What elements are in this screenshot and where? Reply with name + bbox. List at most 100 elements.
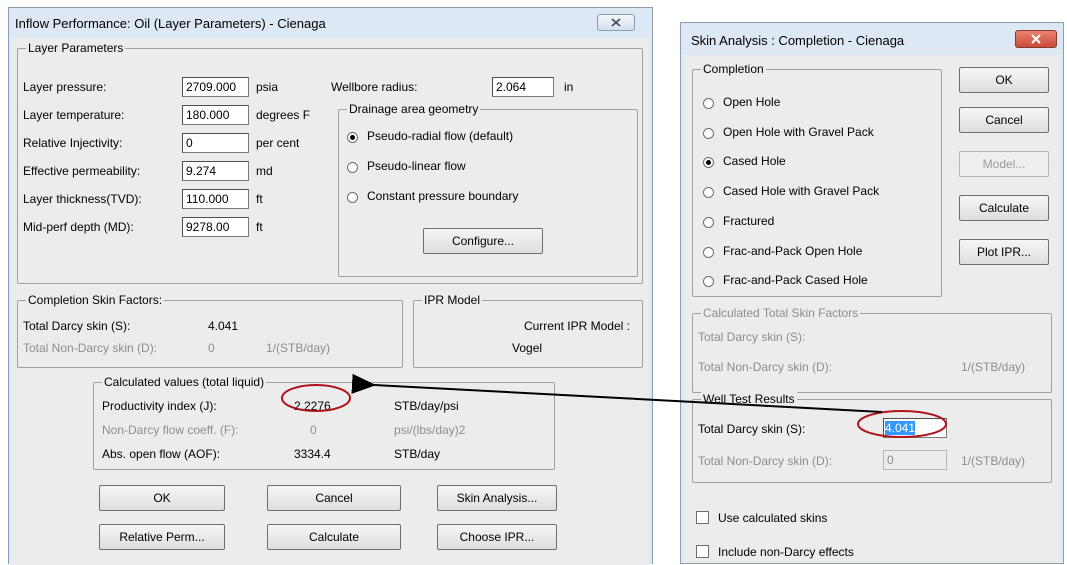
left-title-bar[interactable]: Inflow Performance: Oil (Layer Parameter… — [9, 8, 652, 38]
use-calculated-skins-label[interactable]: Use calculated skins — [718, 511, 827, 525]
left-nondarcy-skin-label: Total Non-Darcy skin (D): — [23, 341, 158, 355]
right-close-button[interactable] — [1015, 30, 1057, 48]
well-test-results-group: Well Test Results Total Darcy skin (S): … — [692, 392, 1052, 483]
layer-pressure-field[interactable]: 2709.000 — [182, 77, 249, 97]
relative-injectivity-field[interactable]: 0 — [182, 133, 249, 153]
well-test-nondarcy-skin-label: Total Non-Darcy skin (D): — [698, 454, 833, 468]
cased-hole-label[interactable]: Cased Hole — [723, 154, 786, 168]
skin-analysis-button[interactable]: Skin Analysis... — [437, 485, 557, 511]
relative-injectivity-unit: per cent — [256, 136, 300, 150]
layer-thickness-label: Layer thickness(TVD): — [23, 192, 142, 206]
layer-temperature-field[interactable]: 180.000 — [182, 105, 249, 125]
well-test-legend: Well Test Results — [701, 392, 797, 406]
include-nondarcy-checkbox[interactable] — [696, 545, 709, 558]
left-darcy-skin-label: Total Darcy skin (S): — [23, 319, 131, 333]
left-window-title: Inflow Performance: Oil (Layer Parameter… — [15, 16, 326, 31]
cased-hole-gravel-pack-label[interactable]: Cased Hole with Gravel Pack — [723, 184, 879, 198]
constant-pressure-radio[interactable] — [347, 192, 358, 203]
effective-permeability-unit: md — [256, 164, 273, 178]
layer-thickness-field[interactable]: 110.000 — [182, 189, 249, 209]
wellbore-radius-label: Wellbore radius: — [331, 80, 418, 94]
mid-perf-depth-field[interactable]: 9278.00 — [182, 217, 249, 237]
drainage-geometry-group: Drainage area geometry Pseudo-radial flo… — [338, 102, 638, 277]
well-test-darcy-skin-field[interactable]: 4.041 — [883, 418, 947, 438]
relative-perm-button[interactable]: Relative Perm... — [99, 524, 225, 550]
calc-nondarcy-skin-label: Total Non-Darcy skin (D): — [698, 360, 833, 374]
pseudo-radial-radio[interactable] — [347, 132, 358, 143]
calculated-values-legend: Calculated values (total liquid) — [102, 375, 267, 389]
well-test-nondarcy-skin-field[interactable]: 0 — [883, 450, 947, 470]
skin-analysis-window: Skin Analysis : Completion - Cienaga Com… — [680, 22, 1064, 564]
nondarcy-flow-coeff-label: Non-Darcy flow coeff. (F): — [102, 423, 239, 437]
include-nondarcy-label[interactable]: Include non-Darcy effects — [718, 545, 854, 559]
mid-perf-depth-unit: ft — [256, 220, 263, 234]
skin-calculate-button[interactable]: Calculate — [959, 195, 1049, 221]
calculated-skin-group: Calculated Total Skin Factors Total Darc… — [692, 306, 1052, 393]
productivity-index-unit: STB/day/psi — [394, 399, 459, 413]
open-hole-gravel-pack-radio[interactable] — [703, 128, 714, 139]
aof-label: Abs. open flow (AOF): — [102, 447, 221, 461]
mid-perf-depth-label: Mid-perf depth (MD): — [23, 220, 134, 234]
calc-darcy-skin-label: Total Darcy skin (S): — [698, 330, 806, 344]
skin-ok-button[interactable]: OK — [959, 67, 1049, 93]
effective-permeability-field[interactable]: 9.274 — [182, 161, 249, 181]
completion-type-legend: Completion — [701, 62, 766, 76]
aof-value: 3334.4 — [294, 447, 331, 461]
layer-parameters-legend: Layer Parameters — [26, 41, 126, 55]
configure-button[interactable]: Configure... — [423, 228, 543, 254]
layer-temperature-label: Layer temperature: — [23, 108, 125, 122]
current-ipr-model-value: Vogel — [512, 341, 543, 355]
effective-permeability-label: Effective permeability: — [23, 164, 141, 178]
cased-hole-radio[interactable] — [703, 157, 714, 168]
layer-thickness-unit: ft — [256, 192, 263, 206]
left-close-button[interactable] — [597, 14, 635, 31]
ipr-calculate-button[interactable]: Calculate — [267, 524, 401, 550]
calculated-values-group: Calculated values (total liquid) Product… — [93, 375, 555, 470]
productivity-index-label: Productivity index (J): — [102, 399, 217, 413]
left-nondarcy-skin-unit: 1/(STB/day) — [266, 341, 331, 355]
well-test-darcy-skin-value: 4.041 — [885, 421, 916, 435]
right-window-title: Skin Analysis : Completion - Cienaga — [691, 33, 905, 48]
completion-skin-group: Completion Skin Factors: Total Darcy ski… — [17, 293, 403, 368]
layer-parameters-group: Layer Parameters Layer pressure: 2709.00… — [17, 41, 643, 284]
fractured-radio[interactable] — [703, 217, 714, 228]
well-test-darcy-skin-label: Total Darcy skin (S): — [698, 422, 806, 436]
frac-pack-open-hole-label[interactable]: Frac-and-Pack Open Hole — [723, 244, 862, 258]
pseudo-radial-label[interactable]: Pseudo-radial flow (default) — [367, 129, 513, 143]
skin-model-button[interactable]: Model... — [959, 151, 1049, 177]
layer-temperature-unit: degrees F — [256, 108, 311, 122]
open-hole-radio[interactable] — [703, 98, 714, 109]
current-ipr-model-label: Current IPR Model : — [523, 319, 630, 333]
right-title-bar[interactable]: Skin Analysis : Completion - Cienaga — [681, 23, 1063, 53]
open-hole-gravel-pack-label[interactable]: Open Hole with Gravel Pack — [723, 125, 874, 139]
open-hole-label[interactable]: Open Hole — [723, 95, 780, 109]
left-nondarcy-skin-value: 0 — [208, 341, 215, 355]
pseudo-linear-label[interactable]: Pseudo-linear flow — [367, 159, 466, 173]
plot-ipr-button[interactable]: Plot IPR... — [959, 239, 1049, 265]
ipr-ok-button[interactable]: OK — [99, 485, 225, 511]
aof-unit: STB/day — [394, 447, 441, 461]
close-icon — [1031, 34, 1041, 44]
constant-pressure-label[interactable]: Constant pressure boundary — [367, 189, 518, 203]
relative-injectivity-label: Relative Injectivity: — [23, 136, 123, 150]
ipr-cancel-button[interactable]: Cancel — [267, 485, 401, 511]
wellbore-radius-unit: in — [564, 80, 574, 94]
ipr-model-legend: IPR Model — [422, 293, 483, 307]
pseudo-linear-radio[interactable] — [347, 162, 358, 173]
wellbore-radius-field[interactable]: 2.064 — [492, 77, 554, 97]
frac-pack-cased-hole-label[interactable]: Frac-and-Pack Cased Hole — [723, 273, 868, 287]
nondarcy-flow-coeff-unit: psi/(lbs/day)2 — [394, 423, 466, 437]
left-client-area: Layer Parameters Layer pressure: 2709.00… — [11, 38, 649, 565]
choose-ipr-button[interactable]: Choose IPR... — [437, 524, 557, 550]
close-icon — [611, 18, 621, 27]
well-test-nondarcy-skin-unit: 1/(STB/day) — [961, 454, 1026, 468]
frac-pack-cased-hole-radio[interactable] — [703, 276, 714, 287]
left-darcy-skin-value: 4.041 — [208, 319, 239, 333]
skin-cancel-button[interactable]: Cancel — [959, 107, 1049, 133]
use-calculated-skins-checkbox[interactable] — [696, 511, 709, 524]
nondarcy-flow-coeff-value: 0 — [310, 423, 317, 437]
cased-hole-gravel-pack-radio[interactable] — [703, 187, 714, 198]
fractured-label[interactable]: Fractured — [723, 214, 774, 228]
layer-pressure-unit: psia — [256, 80, 279, 94]
frac-pack-open-hole-radio[interactable] — [703, 247, 714, 258]
